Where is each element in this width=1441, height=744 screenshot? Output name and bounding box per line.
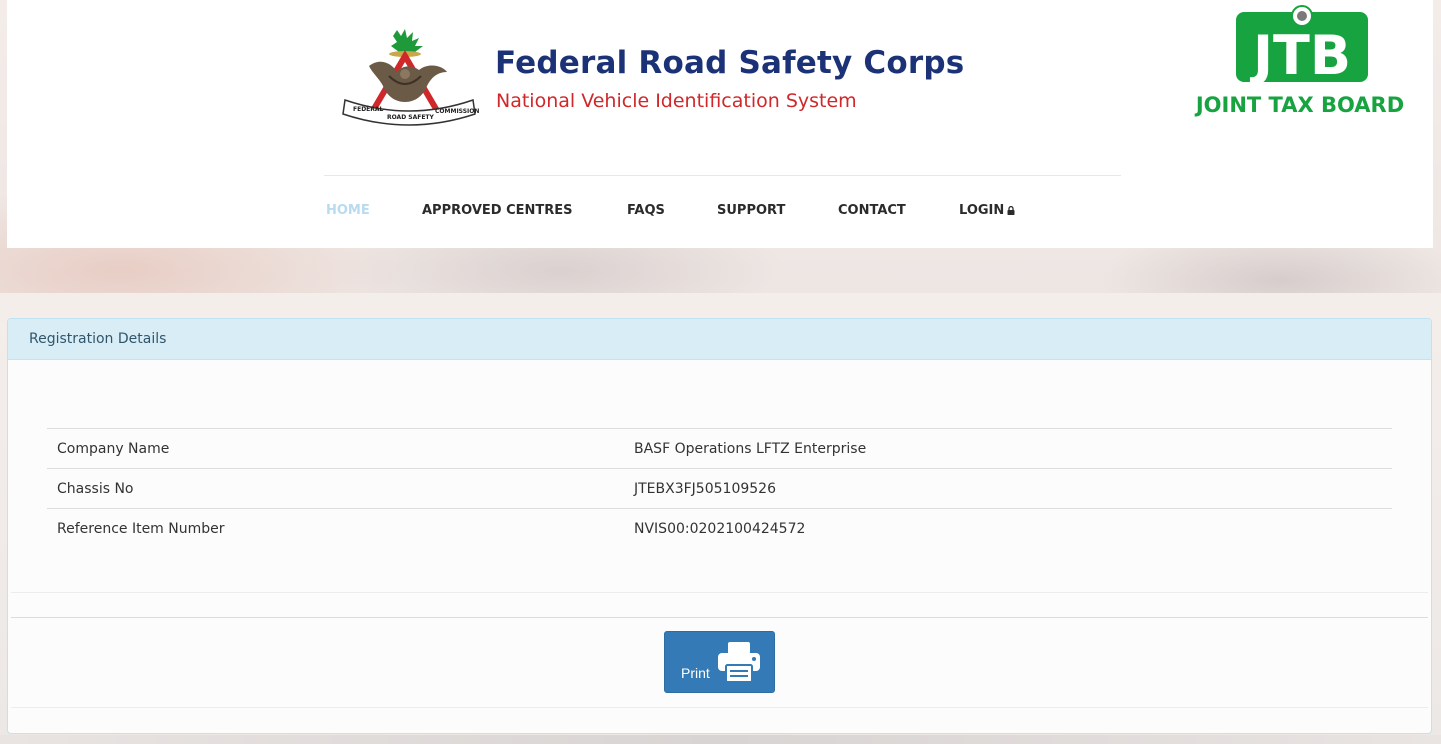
- printer-icon: [718, 642, 760, 683]
- nav-contact[interactable]: CONTACT: [838, 203, 906, 218]
- registration-details-panel: Registration Details Company Name BASF O…: [7, 318, 1432, 734]
- nav-approved-centres[interactable]: APPROVED CENTRES: [422, 203, 573, 218]
- svg-text:FEDERAL: FEDERAL: [353, 106, 384, 113]
- print-button-label: Print: [681, 665, 710, 681]
- nav-login[interactable]: LOGIN: [959, 203, 1015, 218]
- reference-item-number-label: Reference Item Number: [57, 520, 225, 537]
- nav-faqs[interactable]: FAQS: [627, 203, 665, 218]
- svg-text:ROAD SAFETY: ROAD SAFETY: [387, 114, 435, 121]
- nav-divider: [324, 175, 1121, 176]
- site-subtitle: National Vehicle Identification System: [496, 90, 857, 112]
- company-name-value: BASF Operations LFTZ Enterprise: [634, 440, 867, 457]
- company-name-label: Company Name: [57, 440, 170, 457]
- site-header: FEDERAL ROAD SAFETY COMMISSION Federal R…: [7, 0, 1433, 248]
- table-row: Company Name BASF Operations LFTZ Enterp…: [47, 428, 1392, 469]
- panel-heading: Registration Details: [8, 319, 1431, 360]
- divider: [11, 707, 1428, 708]
- nav-home[interactable]: HOME: [326, 203, 370, 218]
- divider: [11, 592, 1428, 593]
- jtb-logo-letters: JTB: [1249, 24, 1351, 87]
- divider: [11, 617, 1428, 618]
- background-footer: [0, 735, 1441, 744]
- frsc-logo[interactable]: FEDERAL ROAD SAFETY COMMISSION: [339, 26, 479, 130]
- reference-item-number-value: NVIS00:0202100424572: [634, 520, 806, 537]
- details-table: Company Name BASF Operations LFTZ Enterp…: [47, 428, 1392, 549]
- lock-icon: [1007, 206, 1015, 215]
- table-row: Reference Item Number NVIS00:02021004245…: [47, 508, 1392, 549]
- svg-text:COMMISSION: COMMISSION: [435, 108, 479, 115]
- nav-login-label: LOGIN: [959, 203, 1005, 218]
- site-title: Federal Road Safety Corps: [495, 45, 965, 81]
- chassis-no-value: JTEBX3FJ505109526: [634, 480, 776, 497]
- jtb-logo-text: JOINT TAX BOARD: [1194, 93, 1404, 117]
- jtb-logo[interactable]: JTB JOINT TAX BOARD: [1182, 4, 1422, 122]
- chassis-no-label: Chassis No: [57, 480, 134, 497]
- table-row: Chassis No JTEBX3FJ505109526: [47, 468, 1392, 509]
- print-button[interactable]: Print: [664, 631, 775, 693]
- nav-support[interactable]: SUPPORT: [717, 203, 785, 218]
